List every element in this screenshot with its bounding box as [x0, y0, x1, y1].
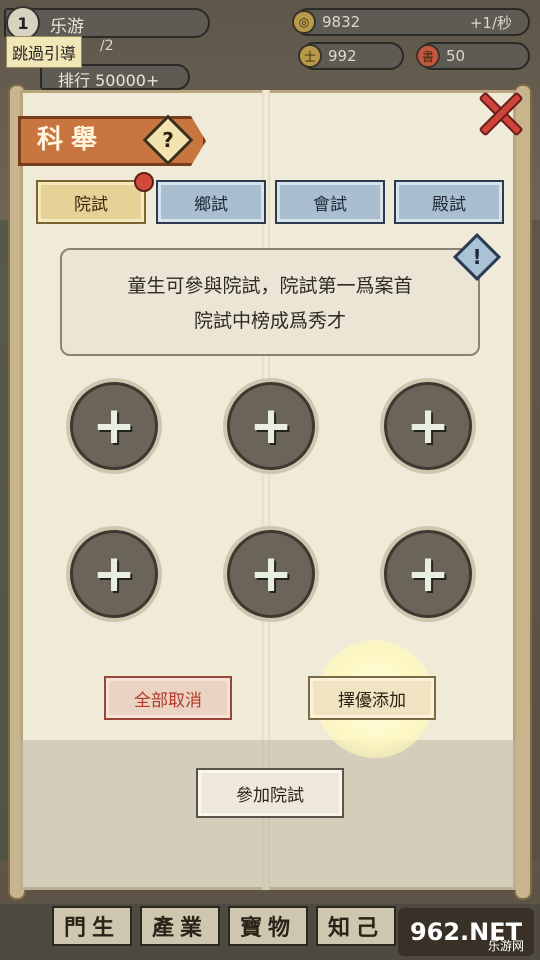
watermark-subtext: 乐游网 [487, 939, 524, 953]
nav-confidants[interactable]: 知己 [316, 906, 396, 946]
scroll-edge-right [514, 84, 532, 900]
scholar-value: 992 [328, 47, 357, 65]
candidate-slot-6[interactable]: + [384, 530, 472, 618]
tab-county-exam[interactable]: 院試 [36, 180, 146, 224]
join-exam-button[interactable]: 參加院試 [196, 768, 344, 818]
progress-text: /2 [100, 38, 114, 54]
tab-provincial-exam[interactable]: 鄉試 [156, 180, 266, 224]
add-icon: + [249, 544, 293, 604]
notification-badge [134, 172, 154, 192]
nav-treasures[interactable]: 寶物 [228, 906, 308, 946]
coin-icon: ◎ [292, 10, 316, 34]
add-icon: + [92, 544, 136, 604]
tab-metropolitan-exam[interactable]: 會試 [275, 180, 385, 224]
add-icon: + [92, 396, 136, 456]
add-icon: + [406, 396, 450, 456]
exclamation-icon[interactable]: ! [460, 240, 494, 274]
skip-guide-button[interactable]: 跳過引導 [6, 36, 83, 68]
nav-industry[interactable]: 產業 [140, 906, 220, 946]
book-value: 50 [446, 47, 466, 65]
scholar-icon: 士 [298, 44, 322, 68]
nav-disciples[interactable]: 門生 [52, 906, 132, 946]
scholar-resource[interactable]: 士 992 [298, 42, 404, 70]
cancel-all-button[interactable]: 全部取消 [104, 676, 232, 720]
candidate-slot-3[interactable]: + [384, 382, 472, 470]
tab-palace-exam[interactable]: 殿試 [394, 180, 504, 224]
exam-description: 童生可參與院試，院試第一爲案首 院試中榜成爲秀才 [60, 248, 480, 356]
rank-label: 排行 50000+ [58, 71, 160, 90]
help-icon[interactable]: ? [150, 122, 186, 158]
auto-add-button[interactable]: 擇優添加 [308, 676, 436, 720]
close-button[interactable] [470, 84, 530, 144]
coin-rate: +1/秒 [469, 13, 512, 32]
candidate-slot-5[interactable]: + [227, 530, 315, 618]
candidate-slot-1[interactable]: + [70, 382, 158, 470]
description-line-2: 院試中榜成爲秀才 [193, 310, 346, 332]
description-line-1: 童生可參與院試，院試第一爲案首 [127, 275, 413, 297]
candidate-slot-4[interactable]: + [70, 530, 158, 618]
add-icon: + [249, 396, 293, 456]
site-watermark: 962.NET 乐游网 [398, 908, 534, 956]
candidate-slot-2[interactable]: + [227, 382, 315, 470]
player-name: 乐游 [50, 17, 84, 37]
book-icon: 書 [416, 44, 440, 68]
book-resource[interactable]: 書 50 [416, 42, 530, 70]
coin-resource[interactable]: ◎ 9832 +1/秒 [292, 8, 530, 36]
add-icon: + [406, 544, 450, 604]
coin-value: 9832 [322, 13, 361, 31]
player-level-badge: 1 [6, 6, 40, 40]
